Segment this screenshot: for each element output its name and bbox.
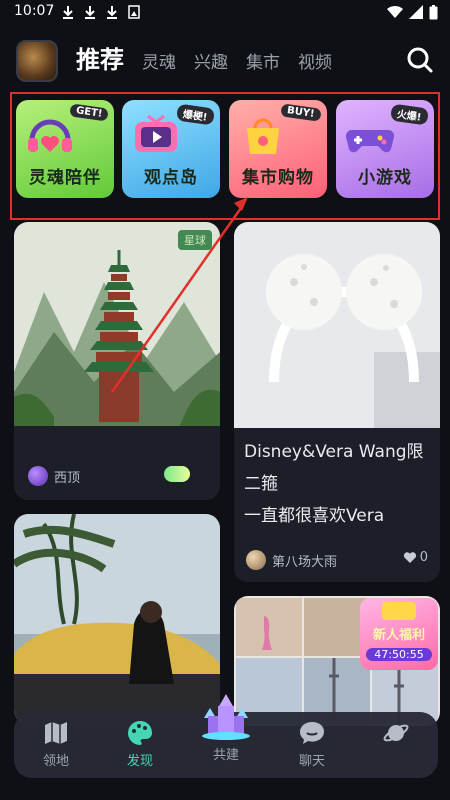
category-badge: GET! [68, 103, 109, 122]
tv-play-icon [135, 114, 177, 152]
status-time: 10:07 [14, 3, 55, 19]
crystal-castle-icon [202, 694, 250, 740]
tab-interest[interactable]: 兴趣 [194, 48, 228, 73]
nav-label: 领地 [42, 754, 69, 769]
tab-market[interactable]: 集市 [246, 48, 280, 73]
nav-planet[interactable] [366, 720, 426, 750]
heart-icon [403, 552, 416, 563]
like-button[interactable]: 0 [403, 550, 428, 565]
category-mini-games[interactable]: 火爆! 小游戏 [336, 100, 434, 198]
nav-label: 聊天 [298, 754, 325, 769]
download-icon [63, 6, 73, 19]
category-label: 小游戏 [358, 168, 412, 188]
status-bar: 10:07 [0, 0, 450, 26]
image-notification-icon [128, 5, 140, 19]
card-author[interactable]: 第八场大雨 [246, 550, 337, 570]
headphone-heart-icon [28, 119, 72, 152]
nav-label: 共建 [212, 748, 239, 763]
feed-card[interactable] [14, 514, 220, 724]
gift-icon [382, 602, 416, 620]
pagoda-image [14, 222, 220, 426]
woman-car-image [14, 514, 220, 724]
nav-chat[interactable]: 聊天 [282, 720, 342, 769]
category-badge: 火爆! [390, 103, 430, 126]
map-icon [45, 722, 67, 744]
bottom-nav: 领地 发现 共建 聊天 [14, 694, 438, 778]
category-label: 观点岛 [144, 168, 198, 188]
category-market-shopping[interactable]: BUY! 集市购物 [229, 100, 327, 198]
nav-label: 发现 [126, 754, 153, 769]
category-label: 灵魂陪伴 [29, 168, 101, 188]
planet-tag: 星球 [178, 230, 212, 250]
author-name: 西顶 [54, 470, 81, 486]
shopping-bag-icon [247, 118, 279, 154]
nav-territory[interactable]: 领地 [26, 720, 86, 769]
system-icons [387, 5, 438, 20]
card-title: Disney&Vera Wang限 二箍 一直都很喜欢Vera [244, 442, 424, 526]
new-user-promo[interactable]: 新人福利 47:50:55 [360, 598, 438, 670]
like-count: 0 [419, 550, 428, 565]
promo-timer: 47:50:55 [366, 648, 432, 661]
profile-avatar[interactable] [16, 40, 58, 82]
top-tabs: 推荐 灵魂 兴趣 集市 视频 [76, 40, 332, 75]
battery-icon [429, 5, 438, 20]
category-badge: 爆梗! [176, 103, 216, 126]
tab-recommend[interactable]: 推荐 [76, 40, 124, 75]
download-icon [107, 6, 117, 19]
nav-discover[interactable]: 发现 [110, 720, 170, 769]
tab-video[interactable]: 视频 [298, 48, 332, 73]
category-opinion-island[interactable]: 爆梗! 观点岛 [122, 100, 220, 198]
nav-co-build[interactable]: 共建 [196, 692, 256, 763]
planet-icon [383, 724, 409, 742]
category-label: 集市购物 [242, 168, 314, 188]
planet-avatar-icon [28, 466, 48, 486]
feed-card[interactable]: 新人福利 47:50:55 [234, 596, 440, 726]
signal-icon [409, 5, 423, 19]
author-name: 第八场大雨 [272, 554, 338, 570]
search-icon[interactable] [406, 46, 434, 74]
feed-card[interactable]: Disney&Vera Wang限 二箍 一直都很喜欢Vera 第八场大雨 0 [234, 222, 440, 582]
chat-bubble-icon [300, 722, 324, 744]
lace-headband-image [234, 222, 440, 428]
feed-card[interactable]: 星球 西顶 [14, 222, 220, 500]
download-icon [85, 6, 95, 19]
palette-icon [128, 721, 152, 745]
category-soul-companion[interactable]: GET! 灵魂陪伴 [16, 100, 114, 198]
system-home-bar [0, 780, 450, 800]
sparkle-icon [164, 466, 190, 482]
user-avatar [246, 550, 266, 570]
promo-title: 新人福利 [372, 628, 425, 643]
gamepad-icon [346, 129, 394, 153]
wifi-icon [387, 5, 403, 19]
tab-soul[interactable]: 灵魂 [142, 48, 176, 73]
card-author[interactable]: 西顶 [28, 466, 80, 486]
